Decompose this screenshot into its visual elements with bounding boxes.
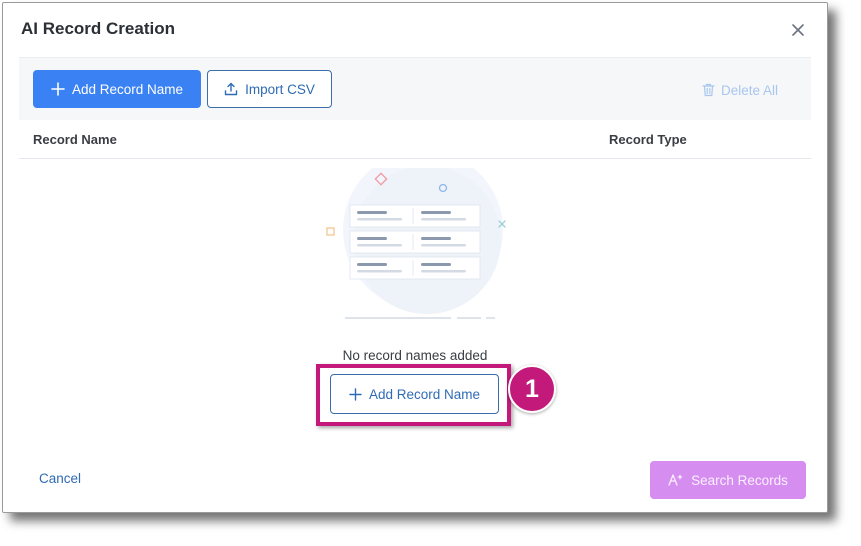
dialog-title: AI Record Creation bbox=[21, 19, 175, 38]
search-records-button[interactable]: Search Records bbox=[650, 461, 806, 499]
column-header-record-type: Record Type bbox=[609, 132, 687, 147]
plus-icon bbox=[349, 387, 362, 401]
records-toolbar: Add Record Name Import CSV Delete All bbox=[19, 58, 811, 120]
search-records-label: Search Records bbox=[691, 472, 788, 488]
import-csv-label: Import CSV bbox=[245, 81, 315, 97]
step-number-badge: 1 bbox=[508, 365, 556, 413]
table-header: Record Name Record Type bbox=[19, 120, 811, 159]
ai-record-creation-dialog: AI Record Creation Add Record Name Impor… bbox=[2, 2, 828, 513]
ai-sparkle-icon bbox=[668, 474, 684, 486]
plus-icon bbox=[51, 82, 65, 96]
import-csv-button[interactable]: Import CSV bbox=[207, 70, 332, 108]
upload-icon bbox=[224, 82, 238, 96]
delete-all-button[interactable]: Delete All bbox=[702, 80, 778, 100]
trash-icon bbox=[702, 83, 715, 97]
empty-state-add-record-name-label: Add Record Name bbox=[368, 386, 481, 402]
empty-state-add-record-name-button[interactable]: Add Record Name bbox=[330, 374, 499, 414]
empty-state-message: No record names added bbox=[342, 348, 488, 363]
close-icon bbox=[792, 24, 804, 36]
empty-table-illustration bbox=[326, 168, 506, 319]
close-button[interactable] bbox=[789, 21, 807, 39]
cancel-button[interactable]: Cancel bbox=[39, 471, 81, 486]
delete-all-label: Delete All bbox=[721, 82, 779, 98]
column-header-record-name: Record Name bbox=[33, 132, 117, 147]
add-record-name-label: Add Record Name bbox=[71, 81, 184, 97]
add-record-name-button[interactable]: Add Record Name bbox=[33, 70, 201, 108]
